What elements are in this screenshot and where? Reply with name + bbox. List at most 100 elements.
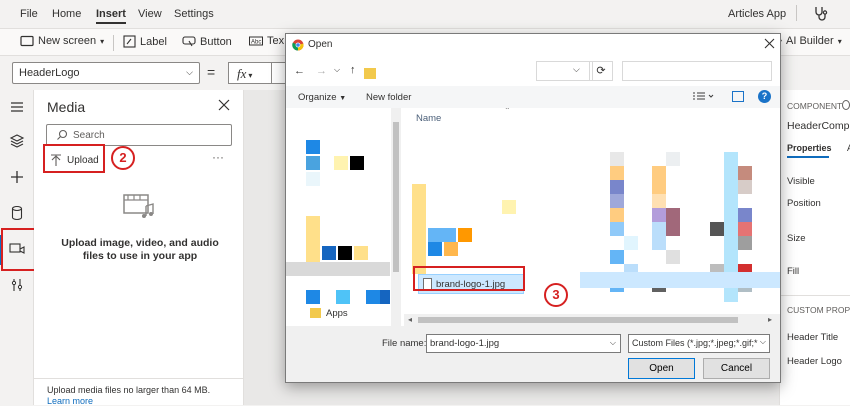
ai-builder-label: AI Builder — [786, 35, 834, 47]
button-icon — [182, 36, 196, 47]
component-name: HeaderCompo — [787, 120, 850, 132]
file-name-field-label: File name: — [382, 338, 427, 349]
nav-scrollbar[interactable] — [391, 108, 401, 326]
sort-arrow-icon: ⌃ — [504, 108, 511, 115]
preview-pane-icon[interactable] — [732, 91, 744, 102]
menu-view[interactable]: View — [138, 8, 162, 20]
row-highlight — [580, 272, 780, 288]
more-options-button[interactable]: ··· — [212, 150, 224, 164]
media-title: Media — [47, 99, 86, 115]
chevron-down-icon: ⌵ — [757, 337, 766, 347]
component-heading: COMPONENT — [787, 101, 843, 111]
property-dropdown[interactable]: HeaderLogo ⌵ — [12, 62, 200, 84]
cancel-button[interactable]: Cancel — [703, 358, 770, 379]
custom-properties-heading: CUSTOM PROPE — [787, 305, 850, 315]
footer-divider — [34, 378, 244, 379]
search-placeholder: Search — [73, 130, 105, 141]
column-header-name[interactable]: Name — [416, 113, 441, 124]
dialog-footer: File name: brand-logo-1.jpg ⌵ Custom Fil… — [286, 326, 780, 382]
app-name: Articles App — [728, 8, 787, 20]
callout-box-file — [413, 266, 525, 291]
media-empty-text: Upload image, video, and audio files to … — [61, 237, 219, 262]
menu-divider — [796, 5, 797, 21]
header-title-label: Header Title — [787, 332, 839, 343]
address-bar[interactable]: ⌵ — [536, 61, 593, 81]
nav-item-apps[interactable]: Apps — [326, 308, 348, 319]
toolbar-divider — [113, 35, 114, 51]
help-icon[interactable]: ? — [758, 90, 771, 103]
hamburger-icon[interactable] — [8, 98, 26, 116]
button-button[interactable]: Button — [182, 35, 232, 48]
label-button-label: Label — [140, 35, 167, 48]
media-placeholder-icon — [122, 192, 156, 222]
help-icon[interactable] — [842, 100, 850, 110]
screen-icon — [20, 35, 34, 47]
file-name-value: brand-logo-1.jpg — [430, 338, 500, 349]
fill-label: Fill — [787, 266, 800, 277]
tab-underline — [787, 156, 829, 158]
formula-input[interactable] — [272, 62, 285, 84]
text-input-button[interactable]: Abc Tex — [249, 35, 284, 47]
plus-icon[interactable] — [8, 168, 26, 186]
file-list-scrollbar[interactable]: ◂ ▸ — [404, 314, 780, 326]
menu-file[interactable]: File — [20, 8, 38, 20]
svg-text:Abc: Abc — [251, 40, 261, 46]
ai-builder-button[interactable]: ▾ AI Builder ▾ — [778, 35, 842, 47]
chevron-down-icon: ▾ — [246, 71, 253, 80]
file-type-value: Custom Files (*.jpg;*.jpeg;*.gif;* — [632, 338, 758, 348]
stethoscope-icon[interactable] — [813, 5, 829, 21]
back-arrow-icon[interactable]: ← — [294, 65, 305, 77]
organize-menu[interactable]: Organize ▼ — [298, 92, 346, 103]
tools-icon[interactable] — [8, 276, 26, 294]
chevron-down-icon[interactable]: ⌵ — [334, 65, 340, 75]
menu-settings[interactable]: Settings — [174, 8, 214, 20]
chevron-down-icon[interactable]: ⌵ — [573, 64, 580, 75]
file-name-input[interactable]: brand-logo-1.jpg ⌵ — [426, 334, 621, 353]
dialog-command-bar: Organize ▼ New folder ? — [286, 86, 780, 108]
visible-label: Visible — [787, 176, 815, 187]
forward-arrow-icon[interactable]: → — [316, 65, 327, 77]
folder-icon — [310, 308, 321, 318]
fx-label: fx — [237, 66, 247, 81]
database-icon[interactable] — [8, 204, 26, 222]
callout-badge-2: 2 — [111, 146, 135, 170]
label-button[interactable]: Label — [123, 35, 167, 48]
chevron-down-icon[interactable]: ⌵ — [610, 338, 616, 348]
refresh-button[interactable]: ⟳ — [589, 61, 613, 81]
menu-insert[interactable]: Insert — [96, 8, 126, 24]
chrome-icon — [292, 39, 304, 51]
chevron-down-icon: ▾ — [100, 36, 105, 46]
fx-button[interactable]: fx ▾ — [228, 62, 272, 84]
navigation-pane: Apps — [286, 108, 401, 326]
file-type-select[interactable]: Custom Files (*.jpg;*.jpeg;*.gif;* ⌵ — [628, 334, 770, 353]
new-folder-button[interactable]: New folder — [366, 92, 411, 103]
properties-pane: COMPONENT HeaderCompo Properties A Visib… — [779, 90, 850, 405]
search-folder-input[interactable] — [622, 61, 772, 81]
chevron-down-icon: ⌵ — [186, 67, 193, 77]
up-arrow-icon[interactable]: ↑ — [350, 64, 356, 76]
open-button[interactable]: Open — [628, 358, 695, 379]
text-input-label: Tex — [267, 35, 285, 47]
media-search-input[interactable]: Search — [46, 124, 232, 146]
close-icon[interactable] — [764, 38, 775, 49]
view-options-icon[interactable] — [692, 92, 714, 102]
open-file-dialog: Open ← → ⌵ ↑ ⌵ ⟳ Organize ▼ New folder ? — [285, 33, 781, 383]
file-list: Name ⌃ brand-logo-1.jpg ◂ ▸ — [404, 108, 780, 326]
button-button-label: Button — [200, 35, 232, 48]
folder-icon — [364, 68, 376, 79]
position-label: Position — [787, 198, 821, 209]
new-screen-label: New screen — [38, 35, 97, 47]
property-value: HeaderLogo — [19, 67, 80, 79]
search-icon — [56, 129, 68, 141]
layers-icon[interactable] — [8, 132, 26, 150]
section-divider — [780, 295, 850, 296]
dialog-title: Open — [308, 39, 333, 50]
new-screen-button[interactable]: New screen ▾ — [20, 35, 104, 47]
tab-properties[interactable]: Properties — [787, 143, 832, 153]
dialog-title-bar: Open — [286, 34, 780, 56]
header-logo-label: Header Logo — [787, 356, 842, 367]
menu-home[interactable]: Home — [52, 8, 81, 20]
close-icon[interactable] — [218, 99, 230, 111]
callout-badge-3: 3 — [544, 283, 568, 307]
media-pane: Media Search Upload ··· Upload image, vi… — [34, 90, 244, 406]
